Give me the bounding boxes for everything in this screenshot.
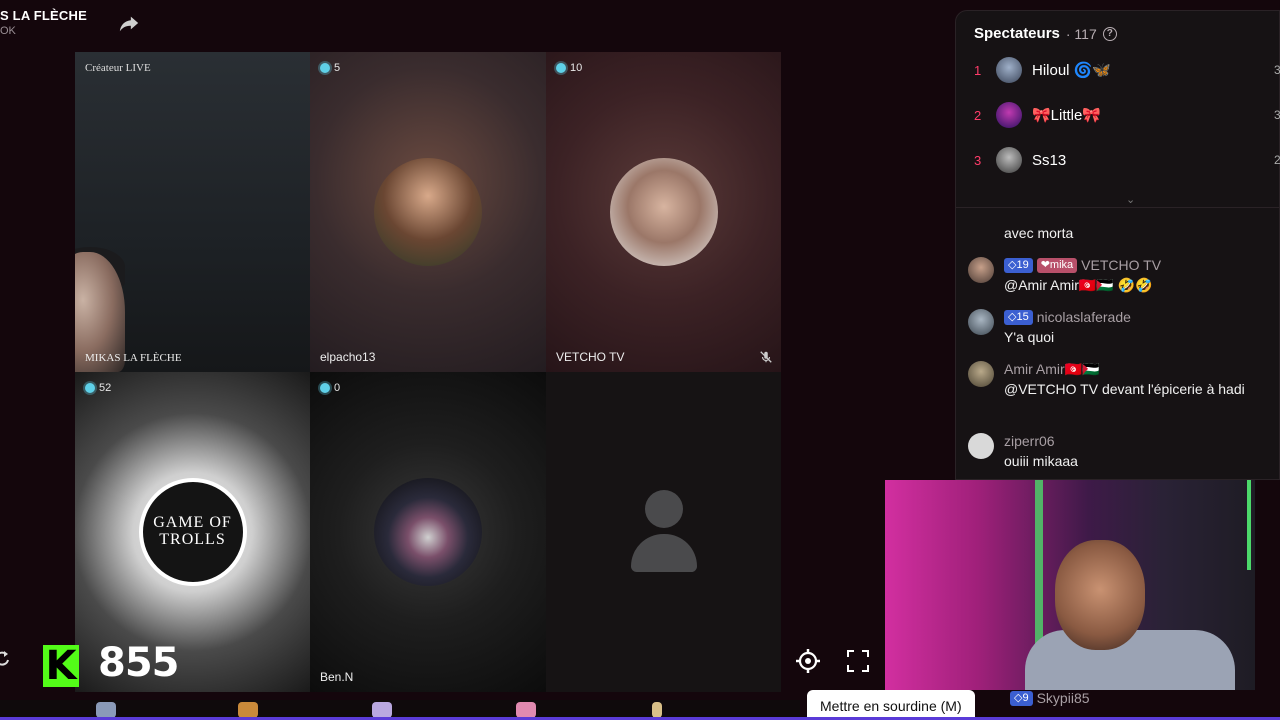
mic-muted-icon [760,351,772,363]
share-icon[interactable] [118,12,140,34]
viewer-rank-item[interactable]: 2 🎀Little🎀 3 [974,102,1280,128]
kick-logo: K [43,643,79,689]
viewer-name: 🎀Little🎀 [1032,107,1102,124]
guest-badge: 10 [556,62,582,74]
light-strip [1247,480,1251,570]
guest-badge: 5 [320,62,340,74]
stream-header: S LA FLÈCHE OK [0,8,87,37]
guest-name: MIKAS LA FLÈCHE [85,352,182,364]
viewer-name: Hiloul 🌀🦋 [1032,62,1112,79]
viewer-rank-item[interactable]: 3 Ss13 2 [974,147,1280,173]
stream-title: S LA FLÈCHE [0,8,87,23]
chat-message: Amir Amir🇹🇳🇵🇸 @VETCHO TV devant l'épicer… [968,359,1268,399]
avatar [609,158,718,266]
live-dot-icon [320,383,330,393]
game-of-trolls-logo: GAME OF TROLLS [138,478,247,586]
divider [956,207,1280,208]
live-dot-icon [320,63,330,73]
help-icon[interactable]: ? [1102,26,1117,41]
placeholder-user-body [630,534,697,572]
viewer-rank-item[interactable]: 1 Hiloul 🌀🦋 3 [974,57,1280,83]
gift-icon[interactable] [516,702,536,718]
stream-subtitle: OK [0,25,16,37]
kick-viewer-count: 855 [98,640,179,686]
chat-text: @VETCHO TV devant l'épicerie à hadi [1004,381,1245,397]
guest-tile[interactable]: 10 VETCHO TV [546,52,781,372]
viewer-name: Ss13 [1032,151,1067,169]
fullscreen-icon[interactable] [845,648,871,674]
viewers-header: Spectateurs · 117 ? [974,25,1117,42]
chat-message: ziperr06 ouiii mikaaa [968,431,1268,471]
avatar[interactable] [968,433,994,459]
guest-badge: 0 [320,382,340,394]
webcam-overlay [885,480,1255,690]
gift-icon[interactable] [238,702,258,718]
avatar [374,158,482,266]
viewers-title: Spectateurs [974,25,1060,42]
chat-username[interactable]: nicolaslaferade [1037,307,1131,327]
level-badge: ◇9 [1010,690,1033,706]
viewers-count: · 117 [1065,25,1097,42]
avatar [374,478,482,586]
chat-text: @Amir Amir🇹🇳🇵🇸 🤣🤣 [1004,277,1153,293]
avatar[interactable] [968,309,994,335]
avatar[interactable] [968,361,994,387]
level-badge: ◇19 [1004,257,1033,273]
avatar [996,102,1022,128]
chat-message-partial: avec morta [1004,225,1074,241]
streamer-face [1055,540,1145,650]
empty-guest-slot[interactable] [546,372,781,692]
chat-text: ouiii mikaaa [1004,453,1078,469]
chat-username[interactable]: Skypii85 [1037,690,1090,706]
chat-message-bottom: ◇9 Skypii85 [1010,690,1090,706]
chat-message: ◇19 ❤mika VETCHO TV @Amir Amir🇹🇳🇵🇸 🤣🤣 [968,255,1268,295]
creator-live-label: Créateur LIVE [85,62,151,74]
chat-username[interactable]: VETCHO TV [1081,255,1161,275]
guest-tile[interactable]: 5 elpacho13 [310,52,546,372]
avatar [996,57,1022,83]
guest-grid: Créateur LIVE MIKAS LA FLÈCHE 5 elpacho1… [75,52,781,692]
live-dot-icon [85,383,95,393]
chat-text: Y'a quoi [1004,329,1055,345]
guest-tile[interactable]: 0 Ben.N [310,372,546,692]
guest-tile-host[interactable]: Créateur LIVE MIKAS LA FLÈCHE [75,52,310,372]
streamer-body [1025,630,1235,690]
chat-message: ◇15 nicolaslaferade Y'a quoi [968,307,1268,347]
avatar[interactable] [968,257,994,283]
placeholder-user-icon [644,490,683,528]
viewers-panel: Spectateurs · 117 ? 1 Hiloul 🌀🦋 3 2 🎀Lit… [955,10,1280,480]
guest-name: VETCHO TV [556,350,625,364]
chat-username[interactable]: Amir Amir🇹🇳🇵🇸 [1004,359,1100,379]
guest-badge: 52 [85,382,111,394]
gear-icon[interactable] [795,648,821,674]
chat-username[interactable]: ziperr06 [1004,431,1055,451]
gift-icon[interactable] [372,702,392,718]
guest-name: elpacho13 [320,350,376,364]
chevron-down-icon[interactable]: ⌄ [1126,193,1135,206]
gift-icon[interactable] [652,702,662,718]
level-badge: ◇15 [1004,309,1033,325]
mute-tooltip: Mettre en sourdine (M) [807,690,975,720]
refresh-icon[interactable] [0,650,10,668]
live-dot-icon [556,63,566,73]
gift-icon[interactable] [96,702,116,718]
fan-badge: ❤mika [1036,257,1078,273]
avatar [996,147,1022,173]
guest-name: Ben.N [320,670,354,684]
